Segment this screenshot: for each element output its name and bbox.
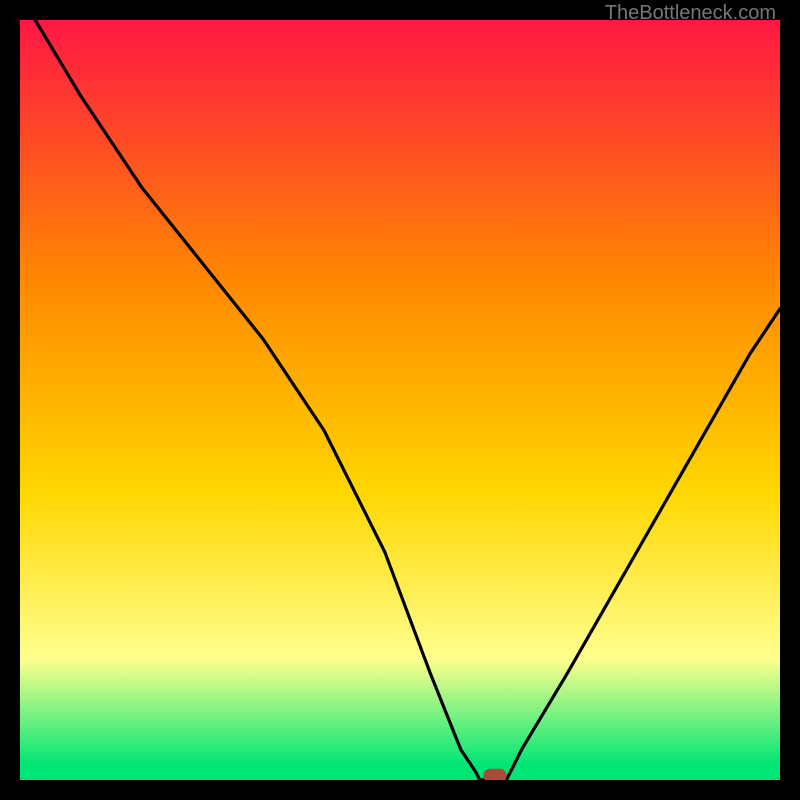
plot-area [20,20,780,780]
chart-svg [20,20,780,780]
optimum-marker [484,769,506,780]
heat-gradient [20,20,780,780]
chart-frame: TheBottleneck.com [0,0,800,800]
